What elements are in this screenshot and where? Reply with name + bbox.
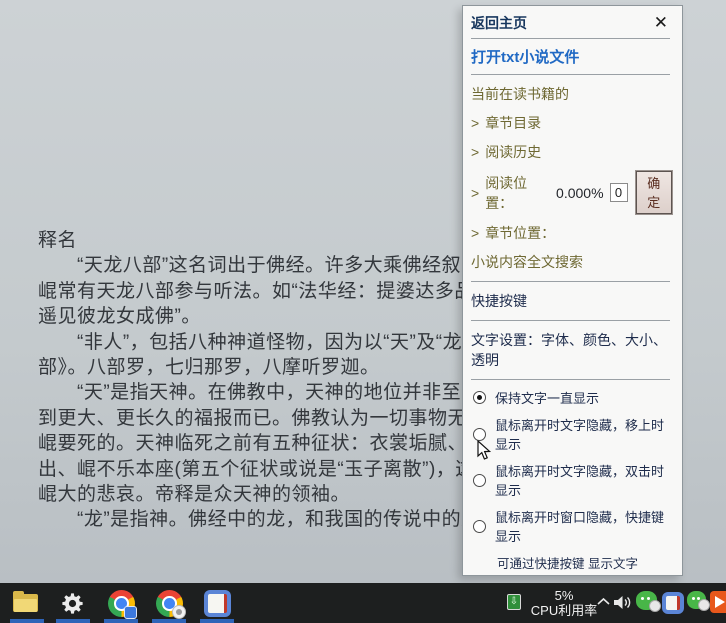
reading-position-row: > 阅读位置： 0.000% 确定 bbox=[471, 171, 672, 214]
profile-badge bbox=[172, 605, 186, 619]
radio-icon[interactable] bbox=[473, 520, 486, 533]
hotkeys-item[interactable]: 快捷按键 bbox=[471, 291, 672, 311]
divider bbox=[471, 38, 670, 39]
wechat-badge bbox=[649, 600, 661, 612]
chevron-right-icon: > bbox=[471, 115, 479, 131]
blue-reader-tray-icon[interactable] bbox=[662, 592, 684, 614]
radio-label: 保持文字一直显示 bbox=[495, 388, 599, 407]
reader-menu-panel: 返回主页 ✕ 打开txt小说文件 当前在读书籍的 > 章节目录 > 阅读历史 > 阅… bbox=[462, 5, 683, 576]
radio-label: 鼠标离开时文字隐藏，移上时显示 bbox=[495, 415, 672, 453]
blue-reader-icon bbox=[662, 592, 684, 614]
chevron-right-icon: > bbox=[471, 185, 479, 201]
running-indicator bbox=[200, 619, 234, 623]
radio-note: 可通过快捷按键 显示文字 bbox=[497, 553, 672, 572]
blue-app-badge bbox=[124, 606, 137, 619]
cpu-percent: 5% bbox=[524, 588, 604, 603]
wechat-tray-icon-2[interactable] bbox=[687, 591, 706, 609]
chevron-right-icon: > bbox=[471, 225, 479, 241]
gear-icon bbox=[59, 590, 86, 617]
radio-keep-text-visible[interactable]: 保持文字一直显示 bbox=[471, 388, 672, 407]
divider bbox=[471, 74, 670, 75]
close-icon[interactable]: ✕ bbox=[654, 16, 668, 30]
wechat-tray-icon[interactable] bbox=[636, 591, 657, 610]
text-settings-item[interactable]: 文字设置：字体、颜色、大小、透明 bbox=[471, 330, 672, 370]
desktop: 释名 “天龙八部”这名词出于佛经。许多大乘佛经叙述佛向诸菩萨、比 崐常有天龙八部… bbox=[0, 0, 726, 623]
reading-position-label: 阅读位置： bbox=[485, 173, 551, 213]
radio-icon[interactable] bbox=[473, 428, 486, 441]
cpu-label: CPU利用率 bbox=[524, 603, 604, 618]
running-indicator bbox=[10, 619, 44, 623]
current-book-label: 当前在读书籍的 bbox=[471, 84, 672, 104]
confirm-button[interactable]: 确定 bbox=[636, 171, 672, 214]
chapter-toc-item[interactable]: > 章节目录 bbox=[471, 113, 672, 133]
divider bbox=[471, 281, 670, 282]
reading-history-label: 阅读历史 bbox=[485, 144, 541, 160]
back-home-link[interactable]: 返回主页 bbox=[471, 13, 527, 33]
radio-hide-window-show-by-hotkey[interactable]: 鼠标离开时窗口隐藏，快捷键显示 bbox=[471, 507, 672, 545]
blue-reader-icon bbox=[204, 590, 231, 617]
chevron-right-icon: > bbox=[471, 144, 479, 160]
radio-label: 鼠标离开时文字隐藏，双击时显示 bbox=[495, 461, 672, 499]
chrome-profile-icon[interactable] bbox=[156, 590, 183, 617]
radio-hide-on-leave-show-on-hover[interactable]: 鼠标离开时文字隐藏，移上时显示 bbox=[471, 415, 672, 453]
settings-gear-icon[interactable] bbox=[59, 590, 86, 617]
running-indicator bbox=[56, 619, 90, 623]
taskbar: ⇩ 5% CPU利用率 bbox=[0, 583, 726, 623]
fulltext-search-item[interactable]: 小说内容全文搜索 bbox=[471, 252, 672, 272]
chapter-toc-label: 章节目录 bbox=[485, 115, 541, 131]
radio-hide-on-leave-show-on-dblclick[interactable]: 鼠标离开时文字隐藏，双击时显示 bbox=[471, 461, 672, 499]
radio-icon[interactable] bbox=[473, 391, 486, 404]
orange-app-tray-icon[interactable] bbox=[710, 591, 726, 613]
radio-label: 鼠标离开时窗口隐藏，快捷键显示 bbox=[495, 507, 672, 545]
speaker-icon[interactable] bbox=[612, 594, 632, 611]
chevron-up-icon[interactable] bbox=[596, 596, 611, 608]
folder-front bbox=[14, 599, 37, 612]
open-txt-file-link[interactable]: 打开txt小说文件 bbox=[471, 46, 672, 67]
mouse-cursor bbox=[477, 440, 493, 462]
chapter-position-label: 章节位置： bbox=[485, 225, 555, 241]
tray-plugin-icon[interactable]: ⇩ bbox=[507, 594, 521, 610]
reading-history-item[interactable]: > 阅读历史 bbox=[471, 142, 672, 162]
cpu-usage-indicator[interactable]: 5% CPU利用率 bbox=[524, 588, 604, 618]
radio-icon[interactable] bbox=[473, 474, 486, 487]
divider bbox=[471, 379, 670, 380]
running-indicator bbox=[152, 619, 186, 623]
chapter-position-item[interactable]: > 章节位置： bbox=[471, 223, 672, 243]
reading-position-input[interactable] bbox=[610, 183, 628, 202]
wechat-badge bbox=[698, 599, 710, 611]
divider bbox=[471, 320, 670, 321]
panel-header: 返回主页 ✕ bbox=[471, 13, 672, 33]
reader-app-icon[interactable] bbox=[204, 590, 231, 617]
file-explorer-icon[interactable] bbox=[12, 590, 39, 617]
reading-position-value: 0.000% bbox=[556, 185, 603, 201]
running-indicator bbox=[104, 619, 138, 623]
chrome-app-icon[interactable] bbox=[108, 590, 135, 617]
